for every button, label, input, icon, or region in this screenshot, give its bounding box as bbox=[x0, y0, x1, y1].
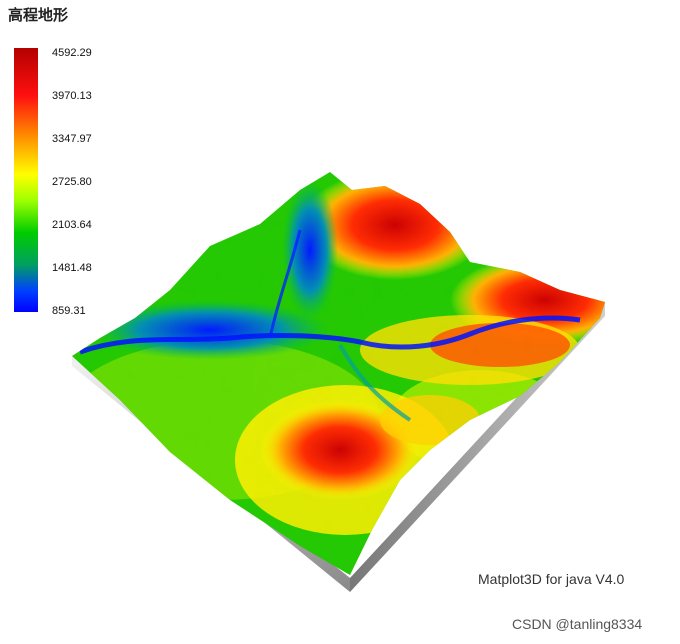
watermark: CSDN @tanling8334 bbox=[512, 616, 643, 632]
terrain-surface-plot bbox=[72, 172, 605, 592]
terrain-top bbox=[72, 172, 605, 575]
software-credit: Matplot3D for java V4.0 bbox=[478, 571, 625, 587]
